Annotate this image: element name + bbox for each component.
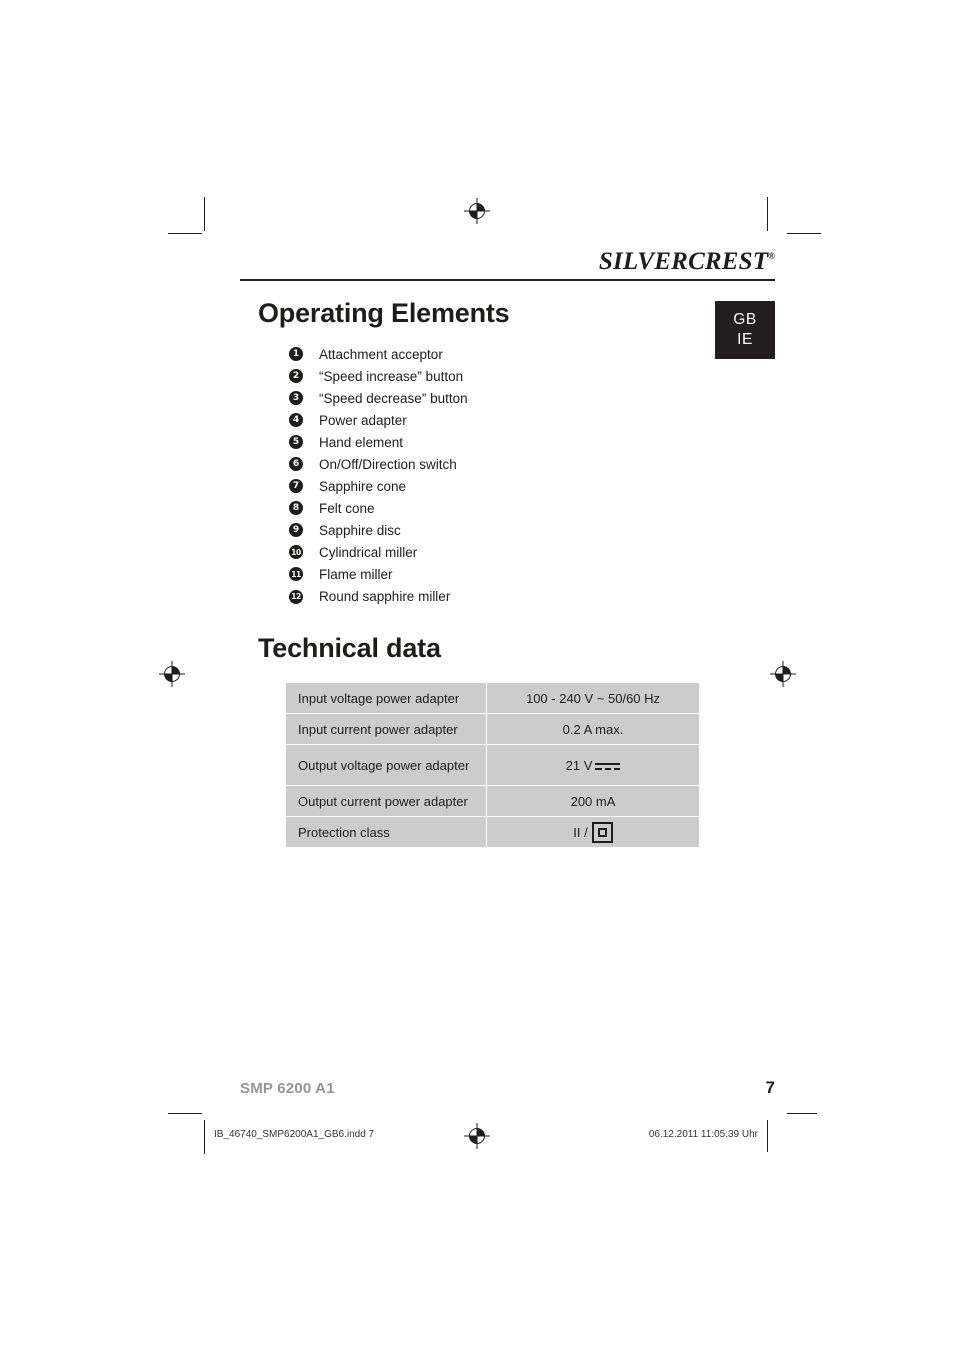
list-item-label: “Speed increase” button	[319, 368, 464, 384]
technical-data-table: Input voltage power adapter 100 - 240 V …	[285, 682, 700, 848]
crop-mark-top-right-horizontal	[787, 233, 821, 234]
crop-mark-top-left-vertical	[204, 197, 205, 231]
table-key-label: Output voltage power adapter	[298, 757, 470, 773]
crop-mark-top-left-horizontal	[168, 233, 202, 234]
table-row: Protection class II /	[286, 817, 699, 847]
list-bullet-number: 12	[289, 589, 303, 604]
table-row: Input current power adapter 0.2 A max.	[286, 714, 699, 744]
list-item: 1 Attachment acceptor	[289, 343, 468, 365]
table-cell-key: Output current power adapter	[286, 786, 486, 816]
registration-mark-right-icon	[770, 661, 796, 687]
list-item: 8 Felt cone	[289, 497, 468, 519]
table-cell-value: 0.2 A max.	[487, 714, 699, 744]
list-item: 2 “Speed increase” button	[289, 365, 468, 387]
print-strip-bar-right	[767, 1120, 768, 1152]
table-value-label: 21 V	[565, 757, 593, 773]
header-divider	[240, 279, 775, 281]
table-value-label: 200 mA	[570, 793, 616, 809]
registration-mark-top-icon	[464, 198, 490, 224]
table-cell-key: Output voltage power adapter	[286, 745, 486, 785]
list-bullet-number: 8	[289, 501, 303, 516]
page-title-operating-elements: Operating Elements	[258, 298, 510, 328]
list-bullet-number: 2	[289, 369, 303, 384]
list-bullet-number: 3	[289, 391, 303, 406]
table-row: Input voltage power adapter 100 - 240 V …	[286, 683, 699, 713]
list-bullet-number: 5	[289, 435, 303, 450]
list-item: 5 Hand element	[289, 431, 468, 453]
brand-logo-silver: SILVER	[598, 248, 689, 275]
page-title-technical-data: Technical data	[258, 633, 441, 663]
print-strip-rule-left	[168, 1113, 198, 1114]
list-bullet-number: 10	[289, 545, 303, 560]
registration-mark-bottom-icon	[464, 1123, 490, 1149]
list-item-label: Cylindrical miller	[319, 544, 418, 560]
list-item: 12 Round sapphire miller	[289, 586, 468, 608]
list-item: 3 “Speed decrease” button	[289, 387, 468, 409]
class-two-icon	[591, 821, 613, 843]
table-row: Output voltage power adapter 21 V	[286, 745, 699, 785]
document-page: SILVERCREST® GB IE Operating Elements 1 …	[0, 0, 954, 1350]
list-bullet-number: 6	[289, 457, 303, 472]
table-cell-key: Input current power adapter	[286, 714, 486, 744]
list-item-label: Power adapter	[319, 412, 407, 428]
brand-logo-crest: CREST	[688, 248, 769, 275]
table-row: Output current power adapter 200 mA	[286, 786, 699, 816]
table-key-label: Input voltage power adapter	[298, 690, 460, 706]
language-badge-line-ie: IE	[737, 331, 753, 348]
list-bullet-number: 11	[289, 567, 303, 582]
print-strip-bar-left	[204, 1120, 205, 1152]
language-badge-line-gb: GB	[733, 311, 757, 328]
list-item: 11 Flame miller	[289, 563, 468, 585]
registration-mark-left-icon	[159, 661, 185, 687]
list-bullet-number: 1	[289, 347, 303, 362]
list-item-label: “Speed decrease” button	[319, 390, 468, 406]
table-key-label: Protection class	[298, 824, 390, 840]
list-item-label: Hand element	[319, 434, 404, 450]
footer-page-number: 7	[765, 1078, 775, 1097]
brand-logo: SILVERCREST®	[240, 248, 775, 276]
list-bullet-number: 4	[289, 413, 303, 428]
table-value-label: 100 - 240 V ~ 50/60 Hz	[525, 690, 661, 706]
table-cell-value: II /	[487, 817, 699, 847]
print-info-timestamp: 06.12.2011 11:05:39 Uhr	[648, 1129, 758, 1140]
list-item: 6 On/Off/Direction switch	[289, 453, 468, 475]
list-item-label: On/Off/Direction switch	[319, 456, 457, 472]
table-cell-key: Protection class	[286, 817, 486, 847]
list-item: 7 Sapphire cone	[289, 475, 468, 497]
language-badge: GB IE	[715, 301, 775, 359]
operating-elements-list: 1 Attachment acceptor 2 “Speed increase”…	[289, 343, 468, 608]
table-cell-key: Input voltage power adapter	[286, 683, 486, 713]
print-info-filename: IB_46740_SMP6200A1_GB6.indd 7	[214, 1129, 375, 1140]
list-item-label: Flame miller	[319, 566, 393, 582]
table-key-label: Output current power adapter	[298, 793, 468, 809]
list-bullet-number: 7	[289, 479, 303, 494]
table-key-label: Input current power adapter	[298, 721, 458, 737]
table-cell-value: 200 mA	[487, 786, 699, 816]
print-strip-rule-right	[787, 1113, 817, 1114]
footer-model-name: SMP 6200 A1	[240, 1080, 335, 1097]
list-item-label: Attachment acceptor	[319, 346, 443, 362]
list-bullet-number: 9	[289, 523, 303, 538]
table-cell-value: 21 V	[487, 745, 699, 785]
crop-mark-top-right-vertical	[767, 197, 768, 231]
list-item-label: Felt cone	[319, 500, 375, 516]
table-cell-value: 100 - 240 V ~ 50/60 Hz	[487, 683, 699, 713]
list-item-label: Sapphire disc	[319, 522, 401, 538]
registered-trademark-icon: ®	[768, 251, 775, 261]
list-item: 9 Sapphire disc	[289, 519, 468, 541]
list-item: 4 Power adapter	[289, 409, 468, 431]
table-value-label: 0.2 A max.	[562, 721, 624, 737]
list-item: 10 Cylindrical miller	[289, 541, 468, 563]
list-item-label: Round sapphire miller	[319, 589, 451, 605]
table-value-label: II /	[573, 824, 588, 840]
dc-voltage-icon	[595, 762, 621, 771]
list-item-label: Sapphire cone	[319, 478, 407, 494]
